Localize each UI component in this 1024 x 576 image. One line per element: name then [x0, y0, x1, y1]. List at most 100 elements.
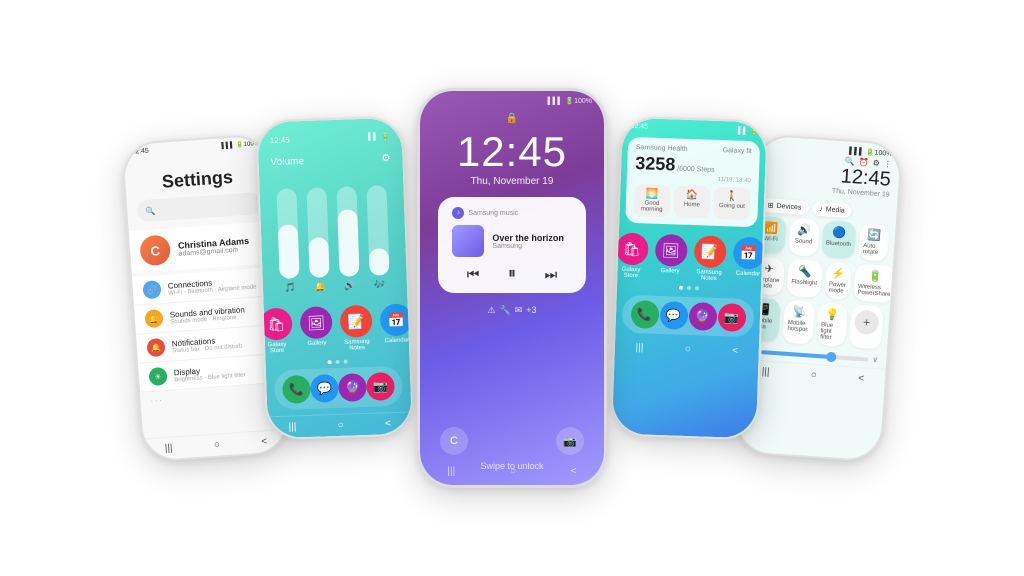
- home-dock-bixby[interactable]: 🔮: [688, 302, 717, 331]
- app-gallery[interactable]: 🖼 Gallery: [300, 306, 334, 353]
- notes-icon: 📝: [340, 305, 373, 338]
- volume-fill-system: [337, 209, 359, 277]
- nav-back-5[interactable]: |||: [761, 366, 770, 378]
- gear-icon[interactable]: ⚙: [381, 153, 390, 164]
- devices-button[interactable]: ⊞ Devices: [760, 198, 809, 215]
- phone-2-dock: 📞 💬 🔮 📷: [274, 366, 403, 410]
- media-music-icon: ♪: [819, 205, 823, 212]
- lock-call-btn[interactable]: C: [440, 427, 468, 455]
- media-button[interactable]: ♪ Media: [812, 201, 852, 218]
- health-btn-going-out[interactable]: 🚶 Going out: [713, 187, 750, 220]
- home-app-store[interactable]: 🛍 Galaxy Store: [615, 232, 649, 279]
- devices-media-btns: ⊞ Devices ♪ Media: [760, 198, 852, 218]
- home-app-calendar[interactable]: 📅 Calendar: [732, 237, 766, 284]
- nav-back-2[interactable]: |||: [288, 421, 296, 432]
- connections-icon: 🔗: [142, 280, 161, 299]
- volume-title: Volume: [270, 156, 304, 168]
- add-tile-btn[interactable]: +: [854, 310, 880, 336]
- tile-bluelight[interactable]: 💡 Blue light filter: [816, 302, 848, 347]
- scene: 12:45 ▌▌▌ 🔋100% Settings 🔍 C Christina A…: [0, 0, 1024, 576]
- tile-bluetooth[interactable]: 🔵 Bluetooth: [821, 220, 857, 259]
- volume-fill-ring: [369, 248, 390, 276]
- nav-back-3[interactable]: |||: [447, 466, 455, 477]
- health-btn-morning[interactable]: 🌅 Good morning: [633, 184, 670, 217]
- settings-user-card[interactable]: C Christina Adams adams@gmail.com: [129, 221, 276, 273]
- music-icon: 🎵: [284, 282, 296, 293]
- battery-4: 🔋: [750, 127, 759, 135]
- app-calendar[interactable]: 📅 Calendar: [380, 303, 414, 350]
- nav-recent-3[interactable]: <: [571, 466, 577, 477]
- home-status-bar: 12:45 ▌▌ 🔋: [622, 118, 766, 138]
- autorotate-icon: 🔄: [867, 228, 882, 242]
- tile-autorotate[interactable]: 🔄 Auto rotate: [858, 223, 889, 262]
- health-btn-home[interactable]: 🏠 Home: [673, 185, 710, 218]
- home-app-notes[interactable]: 📝 Samsung Notes: [693, 235, 727, 282]
- tile-add[interactable]: +: [849, 304, 884, 349]
- home-app-gallery[interactable]: 🖼 Gallery: [654, 234, 688, 281]
- volume-slider-ring: 🎶: [366, 180, 390, 291]
- status-time-1: 12:45: [131, 148, 149, 156]
- bluetooth-icon: 🔵: [832, 226, 847, 240]
- sound-icon: 🔔: [144, 309, 163, 328]
- phone-dock-bixby[interactable]: 🔮: [338, 373, 367, 402]
- music-artist: Samsung: [492, 243, 564, 250]
- music-app-row: ♪ Samsung music: [452, 207, 571, 219]
- tile-power-mode[interactable]: ⚡ Power mode: [824, 261, 852, 300]
- music-title: Over the horizon: [492, 233, 564, 243]
- notification-icons: ⚠ 🔧 ✉ +3: [487, 305, 536, 316]
- nav-recent-4[interactable]: <: [732, 346, 738, 357]
- health-app-name: Samsung Health: [636, 144, 688, 153]
- volume-slider-media: 🎵: [276, 183, 300, 294]
- notif-more: +3: [526, 305, 536, 316]
- home-gallery-icon: 🖼: [654, 234, 687, 267]
- display-icon: ☀: [148, 367, 167, 386]
- phone-dock-msg[interactable]: 💬: [310, 374, 339, 403]
- tile-flashlight[interactable]: 🔦 Flashlight: [786, 259, 822, 298]
- volume-sliders-container: 🎵 🔔 🔊 🎶: [259, 168, 407, 303]
- brightness-slider[interactable]: [761, 350, 868, 361]
- home-dock-phone[interactable]: 📞: [630, 300, 659, 329]
- notif-mail: ✉: [515, 305, 523, 316]
- volume-time: 12:45: [270, 135, 290, 145]
- tile-hotspot[interactable]: 📡 Mobile hotspot: [782, 300, 814, 345]
- app-notes[interactable]: 📝 Samsung Notes: [340, 305, 374, 352]
- gear-icon-q[interactable]: ⚙: [872, 158, 880, 167]
- tile-sound[interactable]: 🔊 Sound: [788, 218, 819, 257]
- nav-back-4[interactable]: |||: [635, 342, 643, 353]
- music-app-icon: ♪: [452, 207, 464, 219]
- nav-recent-1[interactable]: <: [261, 436, 268, 447]
- power-icon: ⚡: [831, 267, 846, 281]
- avatar: C: [139, 234, 171, 266]
- brightness-thumb: [826, 351, 837, 362]
- nav-home-1[interactable]: ○: [214, 439, 221, 450]
- lock-icon: 🔒: [506, 113, 518, 124]
- nav-recent-2[interactable]: <: [385, 418, 391, 429]
- nav-back-1[interactable]: |||: [164, 443, 173, 455]
- expand-icon[interactable]: ∨: [872, 355, 878, 364]
- nav-home-5[interactable]: ○: [810, 370, 817, 381]
- nav-home-2[interactable]: ○: [338, 420, 344, 431]
- nav-home-4[interactable]: ○: [685, 344, 691, 355]
- signal-4: ▌▌: [738, 127, 748, 134]
- lock-camera-btn[interactable]: 📷: [556, 427, 584, 455]
- notif-warning: ⚠: [487, 305, 495, 316]
- prev-button[interactable]: ⏮: [467, 266, 480, 283]
- home-apps-row: 🛍 Galaxy Store 🖼 Gallery 📝 Samsung Notes…: [617, 227, 763, 286]
- home-dock-cam[interactable]: 📷: [717, 303, 746, 332]
- nav-recent-5[interactable]: <: [858, 373, 865, 384]
- nav-home-3[interactable]: ○: [510, 466, 516, 477]
- notif-icon: 🔔: [146, 338, 165, 357]
- next-button[interactable]: ⏭: [545, 266, 558, 283]
- home-screen: 12:45 ▌▌ 🔋 Samsung Health Galaxy fit 325…: [612, 118, 767, 439]
- notif-tool: 🔧: [500, 305, 511, 316]
- health-widget[interactable]: Samsung Health Galaxy fit 3258 /6000 Ste…: [625, 137, 760, 228]
- phone-dock-cam[interactable]: 📷: [366, 372, 395, 401]
- music-info-row: Over the horizon Samsung: [452, 225, 571, 257]
- home-dock-msg[interactable]: 💬: [659, 301, 688, 330]
- note-icon: 🎶: [374, 279, 386, 290]
- phone-dock-call[interactable]: 📞: [282, 375, 311, 404]
- home-galaxy-icon: 🛍: [615, 232, 648, 265]
- tile-wireless-share[interactable]: 🔋 Wireless PowerShare: [853, 263, 896, 303]
- pause-button[interactable]: ⏸: [508, 265, 516, 283]
- app-galaxy-store[interactable]: 🛍 Galaxy Store: [260, 308, 294, 355]
